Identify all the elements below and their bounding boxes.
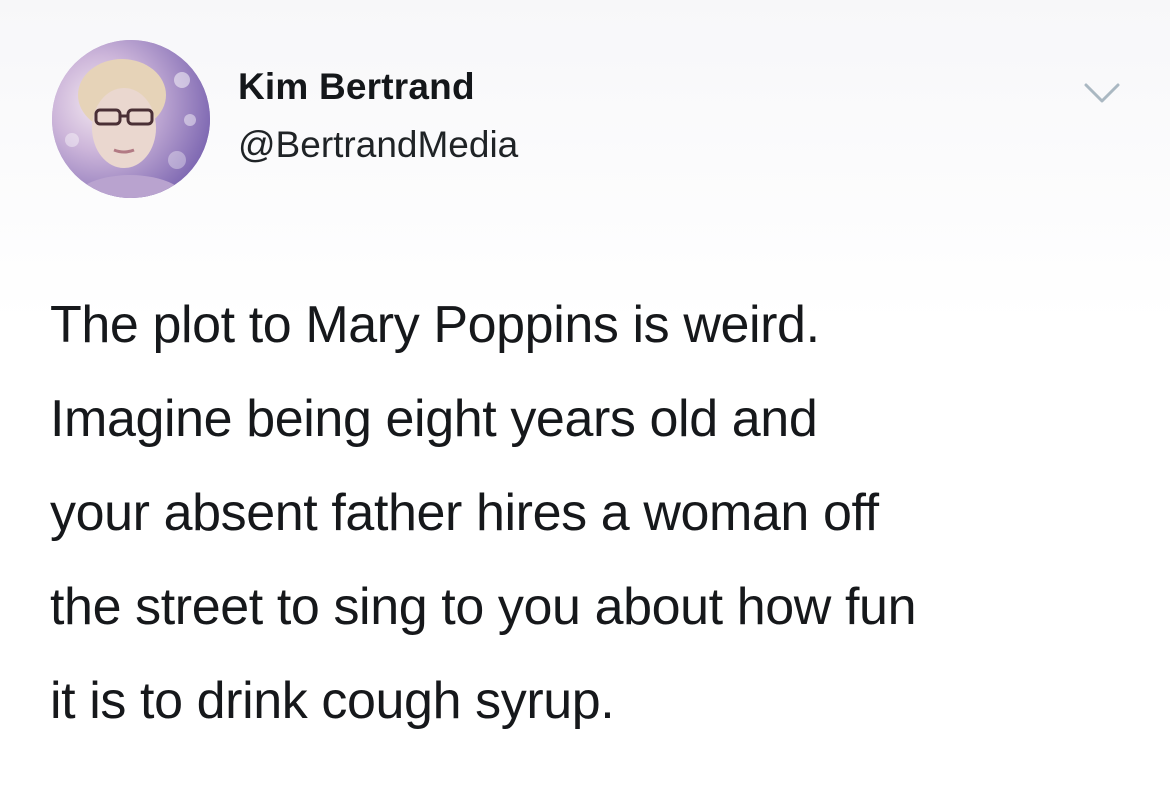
avatar[interactable] bbox=[52, 40, 210, 198]
author-name[interactable]: Kim Bertrand bbox=[238, 66, 475, 108]
avatar-image bbox=[52, 40, 210, 198]
tweet-text-line: Imagine being eight years old and bbox=[50, 390, 818, 448]
tweet-text-line: it is to drink cough syrup. bbox=[50, 672, 615, 730]
author-handle[interactable]: @BertrandMedia bbox=[238, 124, 518, 166]
chevron-down-icon[interactable] bbox=[1082, 80, 1122, 106]
tweet-text-line: the street to sing to you about how fun bbox=[50, 578, 917, 636]
tweet-card: Kim Bertrand @BertrandMedia The plot to … bbox=[0, 0, 1170, 809]
tweet-text: The plot to Mary Poppins is weird. Imagi… bbox=[50, 278, 1140, 748]
tweet-text-line: your absent father hires a woman off bbox=[50, 484, 879, 542]
tweet-text-line: The plot to Mary Poppins is weird. bbox=[50, 296, 820, 354]
